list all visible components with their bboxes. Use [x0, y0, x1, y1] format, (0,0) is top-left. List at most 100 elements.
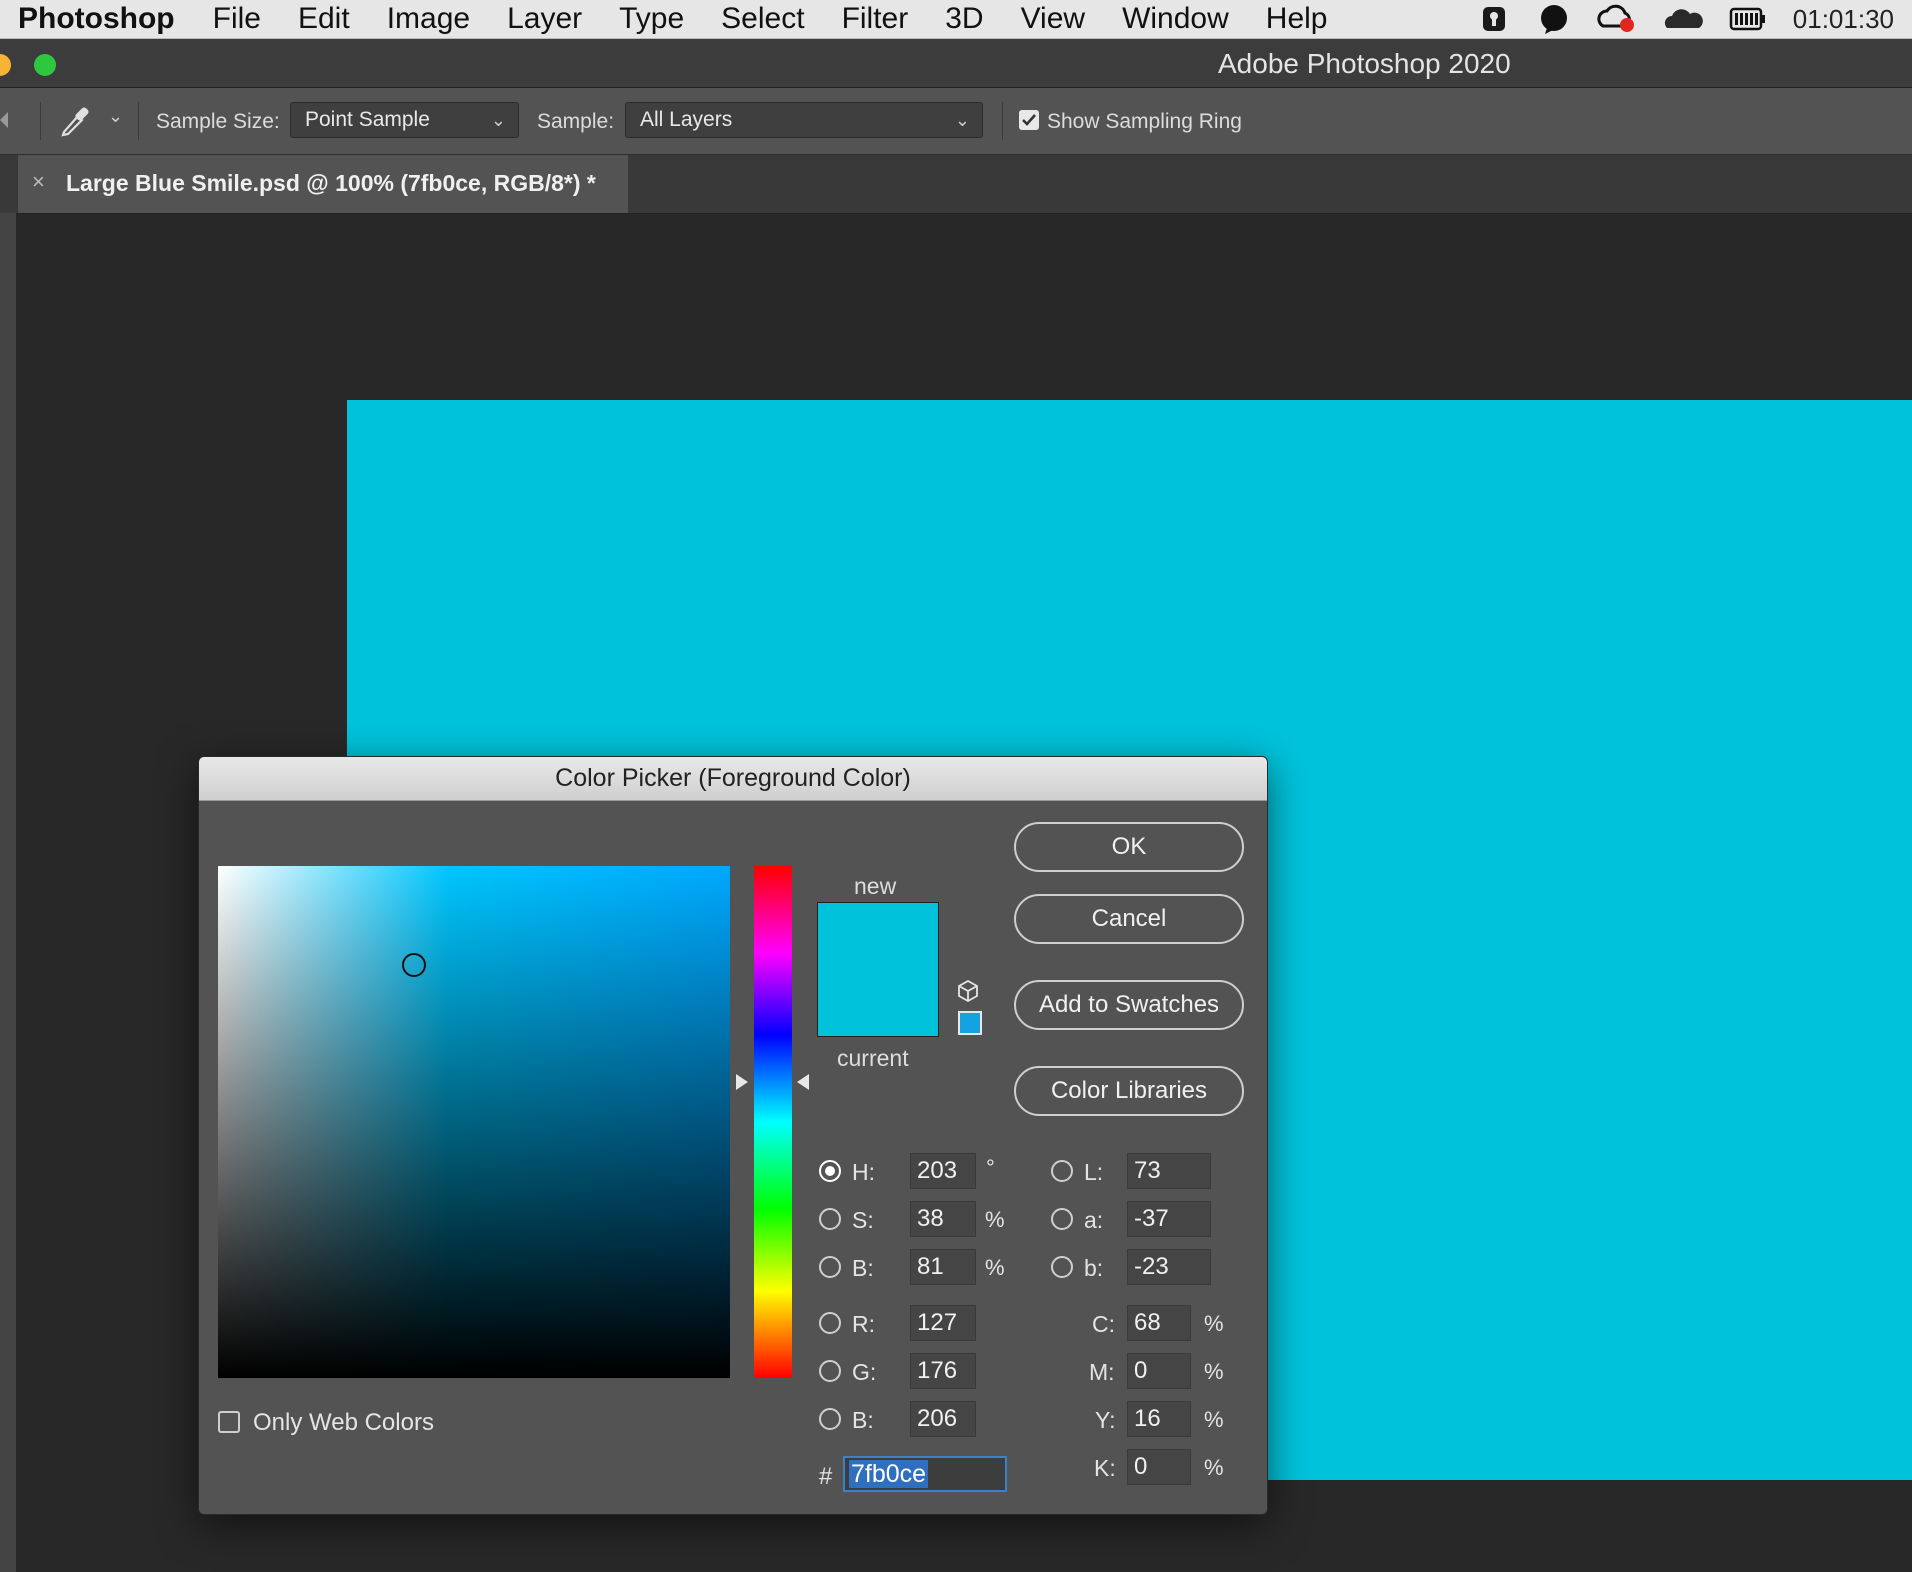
menu-3d[interactable]: 3D	[945, 2, 983, 36]
add-to-swatches-button[interactable]: Add to Swatches	[1014, 980, 1244, 1030]
y-unit: %	[1204, 1407, 1224, 1432]
a-label: a:	[1084, 1207, 1104, 1233]
zoom-button[interactable]	[34, 54, 56, 76]
blue-field[interactable]: 206	[910, 1401, 976, 1437]
dialog-title: Color Picker (Foreground Color)	[199, 757, 1267, 801]
chevron-down-icon: ⌄	[490, 110, 506, 130]
app-menu[interactable]: Photoshop	[18, 2, 175, 36]
new-color-label: new	[854, 873, 897, 899]
blue-label: B:	[852, 1407, 874, 1433]
sample-size-dropdown[interactable]: Point Sample ⌄	[290, 102, 519, 138]
radio-blue[interactable]	[819, 1408, 841, 1430]
hex-input[interactable]: 7fb0ce	[843, 1456, 1007, 1492]
menu-image[interactable]: Image	[387, 2, 470, 36]
menu-window[interactable]: Window	[1122, 2, 1229, 36]
options-bar: ⌄ Sample Size: Point Sample ⌄ Sample: Al…	[0, 88, 1912, 155]
menu-file[interactable]: File	[213, 2, 261, 36]
c-field[interactable]: 68	[1127, 1305, 1191, 1341]
menu-view[interactable]: View	[1021, 2, 1085, 36]
color-libraries-button[interactable]: Color Libraries	[1014, 1066, 1244, 1116]
menu-help[interactable]: Help	[1266, 2, 1328, 36]
menu-clock[interactable]: 01:01:30	[1793, 4, 1894, 35]
menu-select[interactable]: Select	[721, 2, 804, 36]
current-color-swatch[interactable]	[817, 969, 939, 1037]
tool-preset-chevron-icon[interactable]: ⌄	[108, 106, 123, 127]
hue-slider-left-arrow-icon[interactable]	[736, 1074, 748, 1090]
cancel-button[interactable]: Cancel	[1014, 894, 1244, 944]
creative-cloud-icon[interactable]	[1597, 4, 1637, 34]
sample-size-label: Sample Size:	[156, 110, 280, 133]
onedrive-icon[interactable]	[1663, 4, 1703, 34]
document-tab-bar: × Large Blue Smile.psd @ 100% (7fb0ce, R…	[0, 155, 1912, 214]
l-field[interactable]: 73	[1127, 1153, 1211, 1189]
m-field[interactable]: 0	[1127, 1353, 1191, 1389]
radio-a[interactable]	[1051, 1208, 1073, 1230]
minimize-button[interactable]	[0, 54, 11, 76]
c-unit: %	[1204, 1311, 1224, 1336]
b-field[interactable]: 81	[910, 1249, 976, 1285]
close-tab-icon[interactable]: ×	[32, 169, 45, 195]
keychain-icon[interactable]	[1477, 4, 1511, 34]
sample-value: All Layers	[640, 108, 733, 131]
lab-b-field[interactable]: -23	[1127, 1249, 1211, 1285]
status-area: 01:01:30	[1477, 0, 1894, 38]
a-field[interactable]: -37	[1127, 1201, 1211, 1237]
window-title-bar: Adobe Photoshop 2020	[0, 39, 1912, 88]
radio-l[interactable]	[1051, 1160, 1073, 1182]
menu-filter[interactable]: Filter	[842, 2, 909, 36]
radio-r[interactable]	[819, 1312, 841, 1334]
document-tab-title: Large Blue Smile.psd @ 100% (7fb0ce, RGB…	[66, 170, 596, 196]
ok-button[interactable]: OK	[1014, 822, 1244, 872]
b-unit: %	[985, 1255, 1005, 1280]
chat-bubble-icon[interactable]	[1537, 4, 1571, 34]
color-field-cursor[interactable]	[402, 953, 426, 977]
new-color-swatch	[817, 902, 939, 970]
y-label: Y:	[1095, 1407, 1116, 1433]
only-web-colors-checkbox[interactable]	[218, 1411, 240, 1433]
g-field[interactable]: 176	[910, 1353, 976, 1389]
y-field[interactable]: 16	[1127, 1401, 1191, 1437]
m-label: M:	[1089, 1359, 1115, 1385]
k-label: K:	[1094, 1455, 1116, 1481]
eyedropper-tool-icon[interactable]	[58, 102, 92, 138]
lab-b-label: b:	[1084, 1255, 1104, 1281]
g-label: G:	[852, 1359, 877, 1385]
home-icon[interactable]	[0, 108, 10, 132]
out-of-gamut-cube-icon[interactable]	[956, 979, 980, 1003]
color-field[interactable]	[218, 866, 730, 1378]
sample-label: Sample:	[537, 110, 615, 133]
radio-g[interactable]	[819, 1360, 841, 1382]
h-field[interactable]: 203	[910, 1153, 976, 1189]
h-label: H:	[852, 1159, 875, 1185]
k-field[interactable]: 0	[1127, 1449, 1191, 1485]
radio-s[interactable]	[819, 1208, 841, 1230]
hex-prefix: #	[819, 1463, 833, 1490]
radio-b[interactable]	[819, 1256, 841, 1278]
document-tab[interactable]: × Large Blue Smile.psd @ 100% (7fb0ce, R…	[18, 155, 628, 213]
r-field[interactable]: 127	[910, 1305, 976, 1341]
web-safe-swatch-icon[interactable]	[958, 1011, 982, 1035]
c-label: C:	[1092, 1311, 1115, 1337]
hue-slider[interactable]	[754, 866, 792, 1378]
sample-dropdown[interactable]: All Layers ⌄	[625, 102, 983, 138]
h-unit: °	[986, 1155, 995, 1180]
menu-type[interactable]: Type	[619, 2, 684, 36]
sample-size-value: Point Sample	[305, 108, 430, 131]
show-sampling-ring-checkbox[interactable]	[1019, 110, 1039, 130]
battery-icon[interactable]	[1729, 4, 1767, 34]
m-unit: %	[1204, 1359, 1224, 1384]
show-sampling-ring-label: Show Sampling Ring	[1047, 110, 1242, 133]
l-label: L:	[1084, 1159, 1104, 1185]
menu-edit[interactable]: Edit	[298, 2, 350, 36]
current-color-label: current	[837, 1045, 909, 1071]
menu-layer[interactable]: Layer	[507, 2, 582, 36]
b-label: B:	[852, 1255, 874, 1281]
tools-panel-edge	[0, 213, 16, 1572]
radio-lab-b[interactable]	[1051, 1256, 1073, 1278]
radio-h[interactable]	[819, 1160, 841, 1182]
s-unit: %	[985, 1207, 1005, 1232]
hue-slider-right-arrow-icon[interactable]	[797, 1074, 809, 1090]
chevron-down-icon: ⌄	[954, 110, 970, 130]
hex-value-selected: 7fb0ce	[849, 1460, 929, 1488]
s-field[interactable]: 38	[910, 1201, 976, 1237]
